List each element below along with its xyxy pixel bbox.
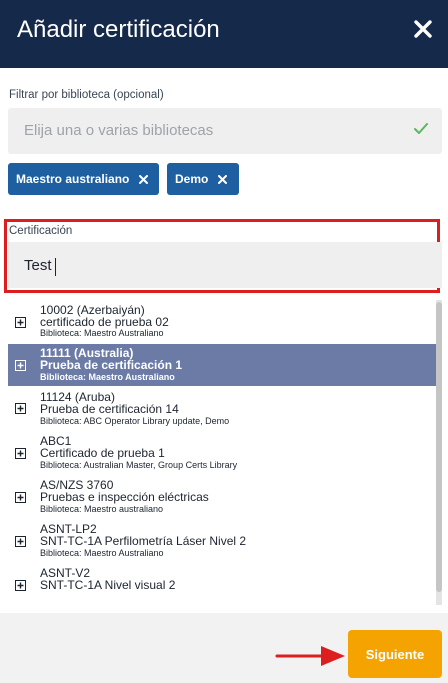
chip-label: Maestro australiano xyxy=(16,172,130,186)
cert-name: SNT-TC-1A Perfilometría Láser Nivel 2 xyxy=(40,534,247,548)
certification-search-input[interactable] xyxy=(8,242,442,288)
close-button[interactable] xyxy=(410,16,436,42)
close-icon xyxy=(414,20,432,38)
cert-name: Certificado de prueba 1 xyxy=(40,446,165,460)
library-filter-label: Filtrar por biblioteca (opcional) xyxy=(9,89,164,101)
cert-name: SNT-TC-1A Nivel visual 2 xyxy=(40,578,176,592)
cert-library: Biblioteca: Maestro australiano xyxy=(40,504,164,514)
chip-maestro-australiano: Maestro australiano xyxy=(8,163,159,195)
arrow-icon xyxy=(275,646,345,666)
cert-library: Biblioteca: Maestro Australiano xyxy=(40,548,164,558)
close-icon xyxy=(218,174,228,184)
expand-icon xyxy=(15,536,26,547)
chip-label: Demo xyxy=(175,172,209,186)
check-icon xyxy=(414,122,428,140)
remove-chip-button[interactable] xyxy=(139,174,149,184)
cert-library: Biblioteca: Maestro Australiano xyxy=(40,372,175,382)
list-item[interactable]: ASNT-LP2 SNT-TC-1A Perfilometría Láser N… xyxy=(8,518,436,562)
expand-icon xyxy=(15,580,26,591)
cert-library: Biblioteca: Maestro Australiano xyxy=(40,328,164,338)
close-icon xyxy=(139,174,149,184)
library-select-placeholder: Elija una o varias bibliotecas xyxy=(24,122,214,139)
list-scrollbar[interactable] xyxy=(436,300,442,605)
expand-icon xyxy=(15,317,26,328)
list-item[interactable]: ASNT-V2 SNT-TC-1A Nivel visual 2 xyxy=(8,562,436,605)
dialog-header: Añadir certificación xyxy=(0,0,448,68)
list-item[interactable]: AS/NZS 3760 Pruebas e inspección eléctri… xyxy=(8,474,436,518)
text-caret xyxy=(55,258,56,276)
certification-results-list: 10002 (Azerbaiyán) certificado de prueba… xyxy=(8,300,436,605)
expand-icon xyxy=(15,360,26,371)
cert-name: Prueba de certificación 1 xyxy=(40,358,183,372)
dialog-title: Añadir certificación xyxy=(17,16,220,43)
scrollbar-thumb[interactable] xyxy=(436,302,442,592)
library-select[interactable]: Elija una o varias bibliotecas xyxy=(8,108,442,154)
chip-demo: Demo xyxy=(167,163,239,195)
expand-icon xyxy=(15,492,26,503)
list-item[interactable]: 10002 (Azerbaiyán) certificado de prueba… xyxy=(8,300,436,344)
next-button[interactable]: Siguiente xyxy=(348,630,442,678)
cert-name: Prueba de certificación 14 xyxy=(40,402,179,416)
remove-chip-button[interactable] xyxy=(218,174,228,184)
list-item[interactable]: 11111 (Australia) Prueba de certificació… xyxy=(8,344,436,386)
list-item[interactable]: ABC1 Certificado de prueba 1 Biblioteca:… xyxy=(8,430,436,474)
expand-icon xyxy=(15,448,26,459)
certification-label: Certificación xyxy=(9,225,73,237)
expand-icon xyxy=(15,403,26,414)
list-item[interactable]: 11124 (Aruba) Prueba de certificación 14… xyxy=(8,386,436,430)
cert-library: Biblioteca: Australian Master, Group Cer… xyxy=(40,460,238,470)
cert-name: Pruebas e inspección eléctricas xyxy=(40,490,209,504)
cert-library: Biblioteca: ABC Operator Library update,… xyxy=(40,416,230,426)
